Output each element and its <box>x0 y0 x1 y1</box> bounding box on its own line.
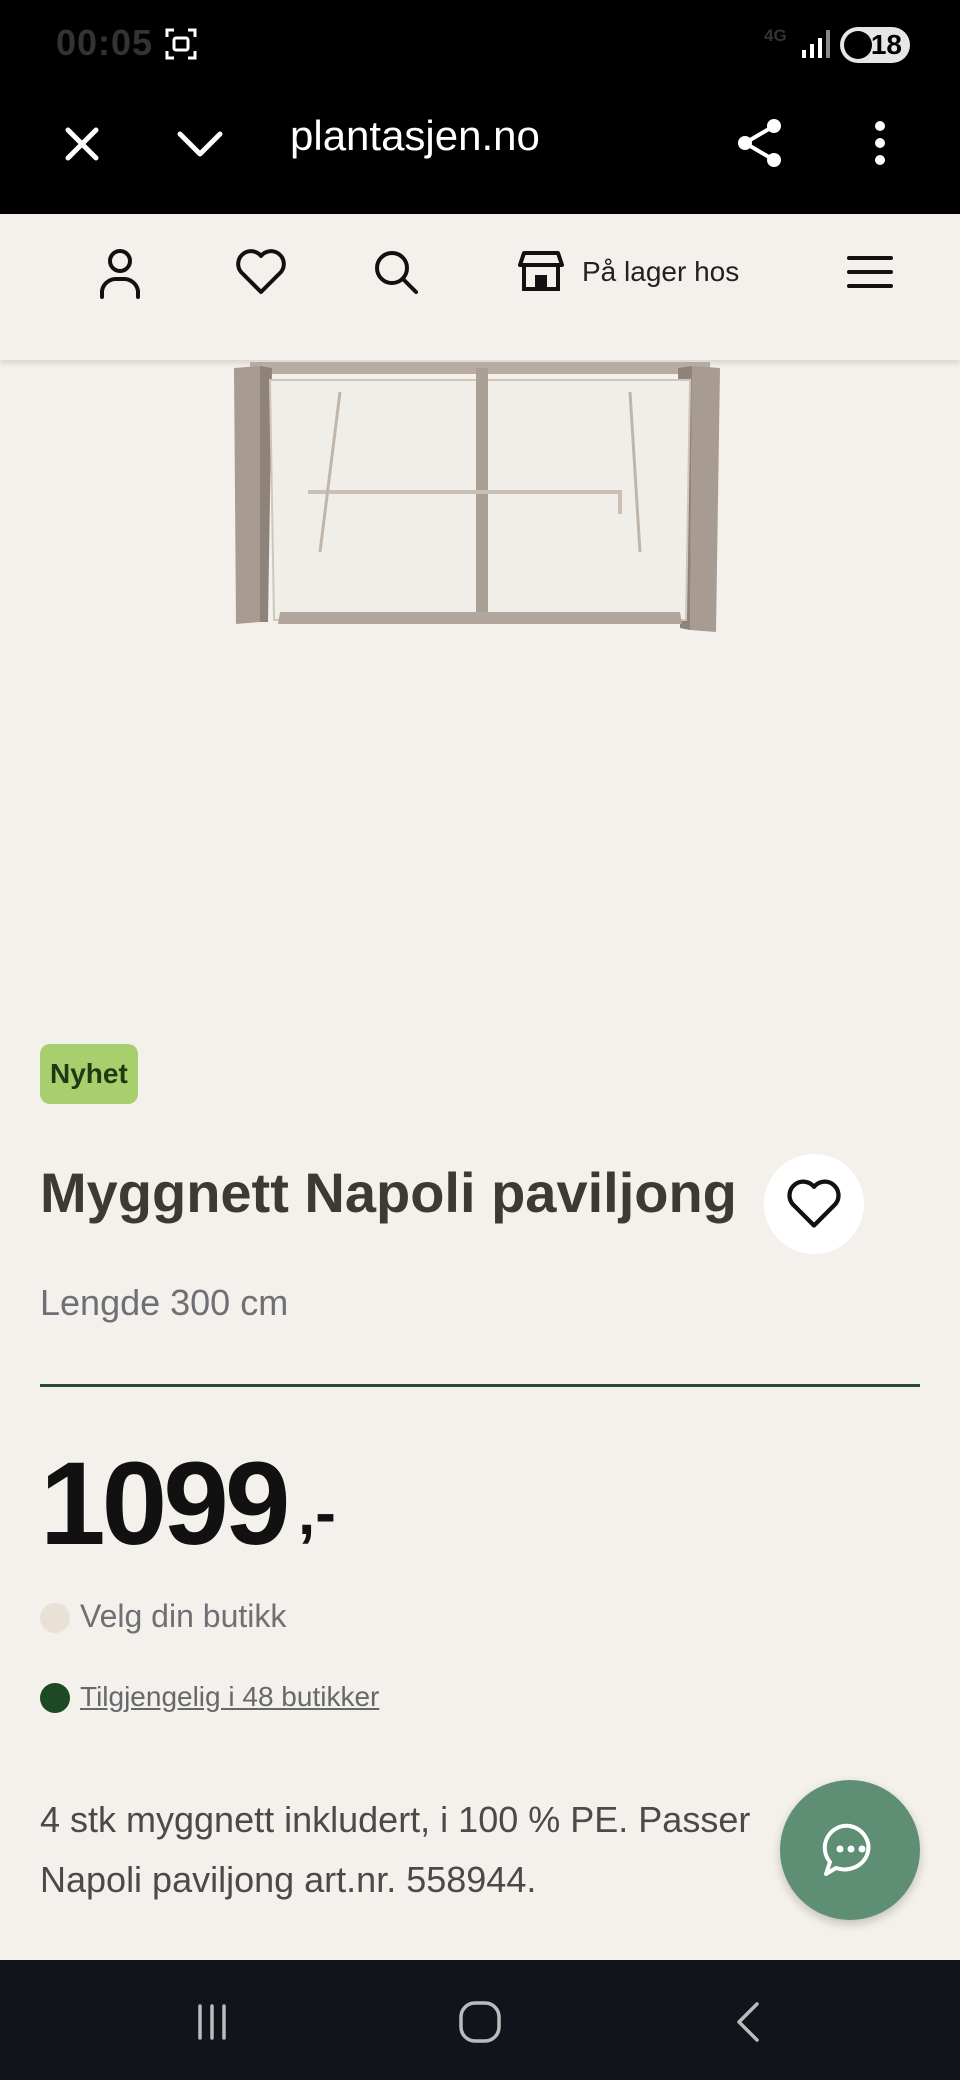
search-icon <box>375 251 418 294</box>
select-store-link[interactable]: Velg din butikk <box>80 1598 286 1635</box>
availability-link[interactable]: Tilgjengelig i 48 butikker <box>80 1681 379 1713</box>
product-price: 1099 <box>40 1438 291 1570</box>
add-to-wishlist-button[interactable] <box>764 1154 864 1254</box>
back-button[interactable] <box>716 1990 780 2054</box>
store-status-dot <box>40 1603 70 1633</box>
screen-capture-icon <box>165 28 197 60</box>
product-title: Myggnett Napoli paviljong <box>40 1161 737 1224</box>
network-type: 4G <box>764 26 787 45</box>
hamburger-menu-icon <box>847 256 893 288</box>
more-vertical-icon <box>875 121 885 165</box>
user-icon <box>100 249 140 299</box>
heart-icon <box>787 1179 841 1228</box>
close-icon <box>65 127 99 161</box>
store-stock-label[interactable]: På lager hos <box>582 256 739 288</box>
availability-dot <box>40 1683 70 1713</box>
browser-url[interactable]: plantasjen.no <box>290 112 540 160</box>
product-image[interactable] <box>220 362 740 644</box>
price-suffix: ,- <box>298 1479 336 1548</box>
recent-apps-button[interactable] <box>180 1990 244 2054</box>
product-subtitle: Lengde 300 cm <box>40 1282 289 1323</box>
home-icon <box>459 2001 501 2043</box>
store-icon <box>518 251 564 291</box>
divider <box>40 1384 920 1387</box>
collapse-button[interactable] <box>168 112 232 176</box>
wishlist-button[interactable] <box>228 242 294 302</box>
signal-icon <box>802 30 830 58</box>
heart-icon <box>236 249 286 294</box>
battery-level: 18 <box>870 29 902 60</box>
status-time: 00:05 <box>56 22 154 63</box>
chevron-down-icon <box>177 131 223 157</box>
back-icon <box>737 2002 759 2042</box>
recent-apps-icon <box>198 2004 226 2040</box>
more-options-button[interactable] <box>858 108 902 178</box>
menu-button[interactable] <box>842 246 898 298</box>
close-tab-button[interactable] <box>50 112 114 176</box>
chat-button[interactable] <box>780 1780 920 1920</box>
account-button[interactable] <box>90 240 150 306</box>
store-stock-button[interactable] <box>516 244 566 298</box>
search-button[interactable] <box>366 242 426 302</box>
share-icon <box>738 119 781 167</box>
chat-icon <box>822 1823 871 1876</box>
new-badge: Nyhet <box>40 1044 138 1104</box>
home-button[interactable] <box>448 1990 512 2054</box>
product-description: 4 stk myggnett inkludert, i 100 % PE. Pa… <box>40 1799 751 1900</box>
battery-saver-icon <box>844 31 872 59</box>
battery-indicator: 18 <box>840 27 910 63</box>
share-button[interactable] <box>728 108 792 178</box>
